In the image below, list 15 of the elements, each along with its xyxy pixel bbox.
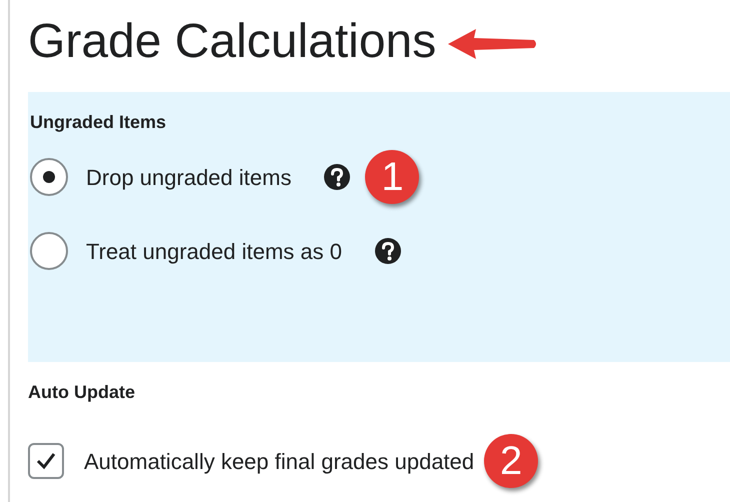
radio-button[interactable] xyxy=(30,232,68,270)
checkbox[interactable] xyxy=(28,443,64,479)
section-heading: Auto Update xyxy=(28,381,135,404)
page-title: Grade Calculations xyxy=(28,18,436,66)
help-icon[interactable] xyxy=(374,237,402,265)
radio-button[interactable] xyxy=(30,158,68,196)
number-badge: 2 xyxy=(484,434,538,488)
option-label: Treat ungraded items as 0 xyxy=(86,238,342,266)
help-icon[interactable] xyxy=(323,163,352,191)
checkbox-label: Automatically keep final grades updated xyxy=(84,448,474,476)
arrow-icon xyxy=(446,27,538,61)
section-heading: Ungraded Items xyxy=(30,111,166,134)
number-badge: 1 xyxy=(365,150,420,204)
option-label: Drop ungraded items xyxy=(86,164,292,192)
check-icon xyxy=(35,450,57,472)
